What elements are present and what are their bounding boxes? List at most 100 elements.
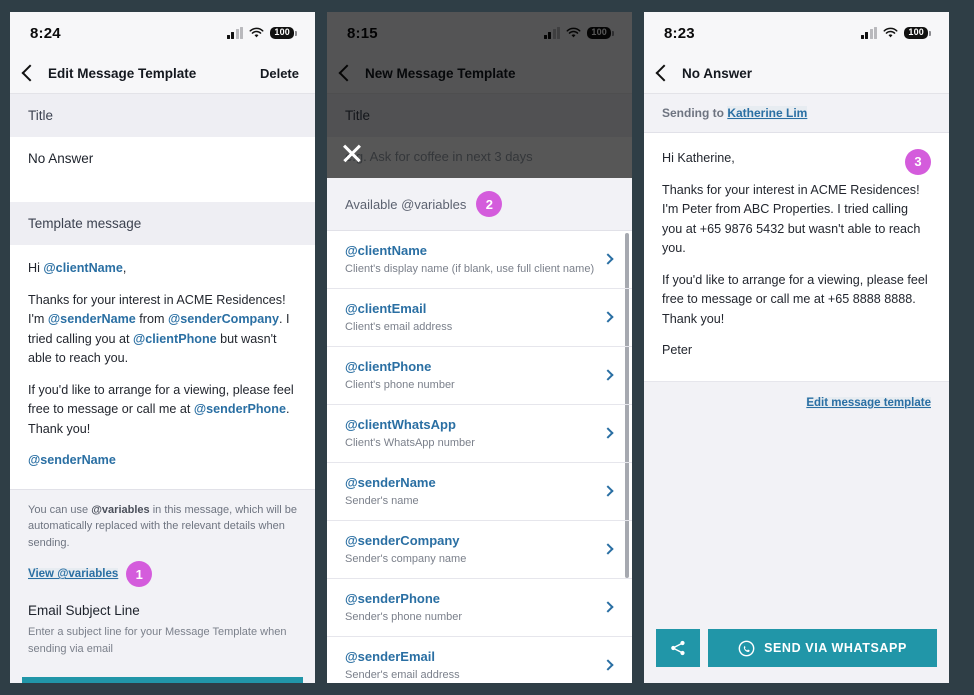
share-button[interactable] (656, 629, 700, 667)
delete-button[interactable]: Delete (260, 66, 299, 81)
message-paragraph-3: If you'd like to arrange for a viewing, … (28, 381, 297, 440)
recipient-link[interactable]: Katherine Lim (727, 106, 808, 120)
variable-name: @clientName (345, 243, 428, 258)
variable-name: @senderEmail (345, 649, 435, 664)
email-subject-hint: Enter a subject line for your Message Te… (28, 626, 287, 655)
variable-name: @clientPhone (345, 359, 432, 374)
battery-icon: 100 (904, 26, 931, 40)
title-input[interactable]: e.g. Ask for coffee in next 3 days (327, 137, 632, 178)
panel-edit-message-template: 8:24 100 Edit Message Template Delete Ti… (10, 12, 315, 683)
preview-paragraph-1: Hi Katherine, (662, 151, 735, 165)
chevron-right-icon (602, 600, 614, 613)
list-item[interactable]: @clientWhatsApp Client's WhatsApp number (327, 405, 632, 463)
save-button-bar: SAVE & USE MESSAGE (10, 671, 315, 683)
save-and-use-message-button[interactable]: SAVE & USE MESSAGE (22, 677, 303, 683)
var-senderphone: @senderPhone (193, 402, 286, 417)
variable-description: Sender's phone number (345, 611, 463, 623)
list-item[interactable]: @clientName Client's display name (if bl… (327, 231, 632, 289)
list-item[interactable]: @senderName Sender's name (327, 463, 632, 521)
nav-bar: No Answer (644, 54, 949, 94)
chevron-right-icon (602, 368, 614, 381)
panel3-layout: 8:23 100 No Answer Sending to Katherine … (644, 12, 949, 683)
share-nodes-icon (671, 640, 685, 656)
view-variables-row: View @variables 1 (28, 561, 297, 588)
variable-name: @clientEmail (345, 301, 427, 316)
email-subject-title: Email Subject Line (28, 603, 140, 619)
view-variables-link[interactable]: View @variables (28, 568, 119, 581)
whatsapp-button-label: SEND VIA WHATSAPP (764, 641, 907, 655)
sending-to-prefix: Sending to (662, 106, 728, 120)
template-message-input[interactable]: Hi @clientName, Thanks for your interest… (10, 245, 315, 489)
nav-bar: Edit Message Template Delete (10, 54, 315, 94)
action-bar: SEND VIA WHATSAPP (644, 621, 949, 683)
template-message-label: Template message (10, 202, 315, 245)
battery-icon: 100 (270, 26, 297, 40)
sending-to-bar: Sending to Katherine Lim (644, 94, 949, 133)
status-bar: 8:23 100 (644, 12, 949, 54)
status-icons: 100 (543, 26, 614, 40)
greeting-prefix: Hi (28, 261, 44, 275)
status-clock: 8:15 (347, 24, 378, 42)
variable-description: Client's email address (345, 321, 453, 333)
available-variables-header: Available @variables 2 (327, 178, 632, 231)
preview-signature: Peter (662, 343, 693, 358)
screenshot-board: 8:24 100 Edit Message Template Delete Ti… (0, 0, 974, 695)
list-item[interactable]: @clientPhone Client's phone number (327, 347, 632, 405)
status-icons: 100 (860, 26, 931, 40)
chevron-left-icon[interactable] (655, 64, 673, 82)
chevron-right-icon (602, 484, 614, 497)
var-clientname: @clientName (43, 261, 123, 275)
available-variables-label: Available @variables (345, 196, 467, 212)
variables-list[interactable]: @clientName Client's display name (if bl… (327, 231, 632, 683)
chevron-left-icon[interactable] (21, 64, 39, 82)
status-clock: 8:24 (30, 24, 61, 42)
preview-paragraph-2: Thanks for your interest in ACME Residen… (662, 182, 921, 256)
dimmed-form-region: 8:15 100 New Message Template Title e.g.… (327, 12, 632, 178)
wifi-icon (883, 27, 898, 38)
signal-bars-icon (860, 26, 878, 39)
battery-level: 100 (270, 26, 294, 40)
message-preview-body: 3 Hi Katherine, Thanks for your interest… (644, 133, 949, 381)
var-clientphone: @clientPhone (133, 331, 217, 346)
title-input[interactable]: No Answer (10, 137, 315, 202)
message-signature: @senderName (28, 451, 297, 471)
list-item[interactable]: @senderEmail Sender's email address (327, 637, 632, 683)
step-badge-3: 3 (905, 149, 931, 175)
note-text-bold: @variables (91, 503, 150, 516)
nav-bar: New Message Template (327, 54, 632, 94)
variable-name: @senderCompany (345, 533, 460, 548)
greeting-suffix: , (122, 261, 127, 275)
variable-description: Sender's company name (345, 553, 467, 565)
chevron-right-icon (602, 542, 614, 555)
note-text-a: You can use (28, 503, 92, 516)
signal-bars-icon (543, 26, 561, 39)
spacer (644, 423, 949, 621)
variables-note-text: You can use @variables in this message, … (28, 502, 297, 552)
var-sendername-signature: @senderName (28, 453, 116, 468)
chevron-left-icon[interactable] (338, 64, 356, 82)
chevron-right-icon (602, 310, 614, 323)
variable-description: Client's phone number (345, 379, 455, 391)
title-field-label: Title (327, 94, 632, 137)
chevron-right-icon (602, 252, 614, 265)
variable-description: Client's WhatsApp number (345, 437, 475, 449)
signal-bars-icon (226, 26, 244, 39)
p2-text-b: from (135, 312, 168, 327)
list-item[interactable]: @senderPhone Sender's phone number (327, 579, 632, 637)
preview-paragraph-3: If you'd like to arrange for a viewing, … (662, 272, 928, 326)
whatsapp-icon (738, 640, 755, 656)
chevron-right-icon (602, 426, 614, 439)
variable-name: @clientWhatsApp (345, 417, 456, 432)
status-clock: 8:23 (664, 24, 695, 42)
send-via-whatsapp-button[interactable]: SEND VIA WHATSAPP (708, 629, 937, 667)
variable-description: Sender's email address (345, 669, 460, 681)
list-item[interactable]: @clientEmail Client's email address (327, 289, 632, 347)
edit-message-template-link[interactable]: Edit message template (806, 396, 931, 409)
status-bar: 8:24 100 (10, 12, 315, 54)
close-x-icon[interactable] (341, 142, 363, 164)
variable-name: @senderName (345, 475, 436, 490)
wifi-icon (249, 27, 264, 38)
status-icons: 100 (226, 26, 297, 40)
battery-icon: 100 (587, 26, 614, 40)
list-item[interactable]: @senderCompany Sender's company name (327, 521, 632, 579)
